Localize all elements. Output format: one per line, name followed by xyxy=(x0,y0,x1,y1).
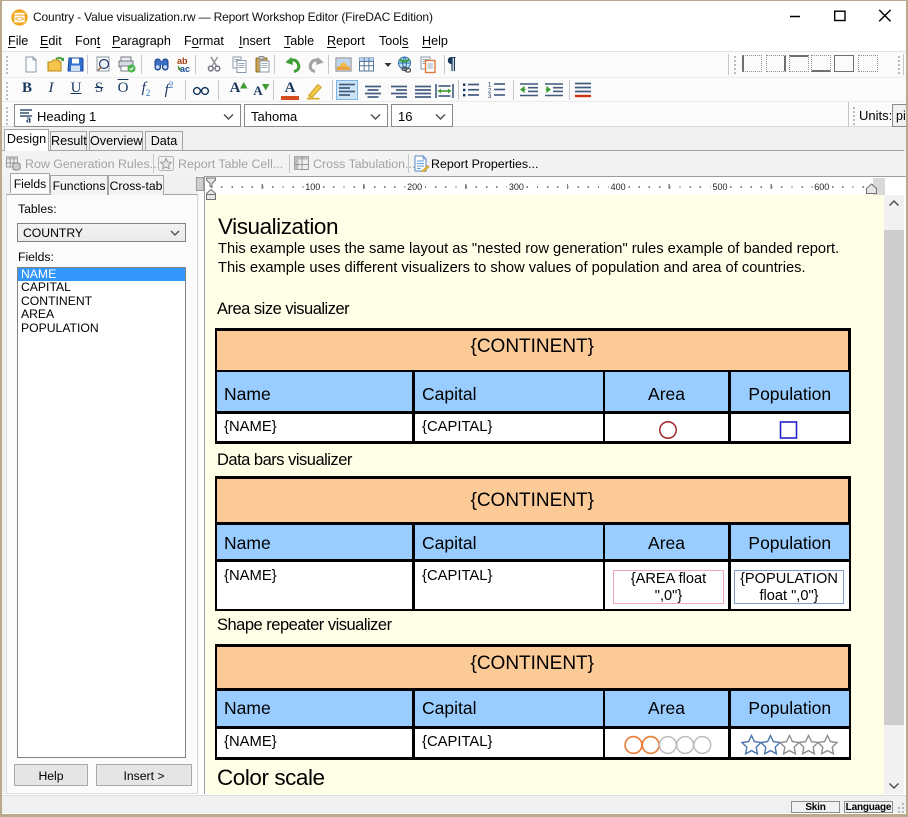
svg-text:<>: <> xyxy=(15,14,25,23)
svg-text:ac: ac xyxy=(180,64,190,74)
svg-text:3: 3 xyxy=(488,94,492,98)
svg-text:a: a xyxy=(26,115,31,125)
